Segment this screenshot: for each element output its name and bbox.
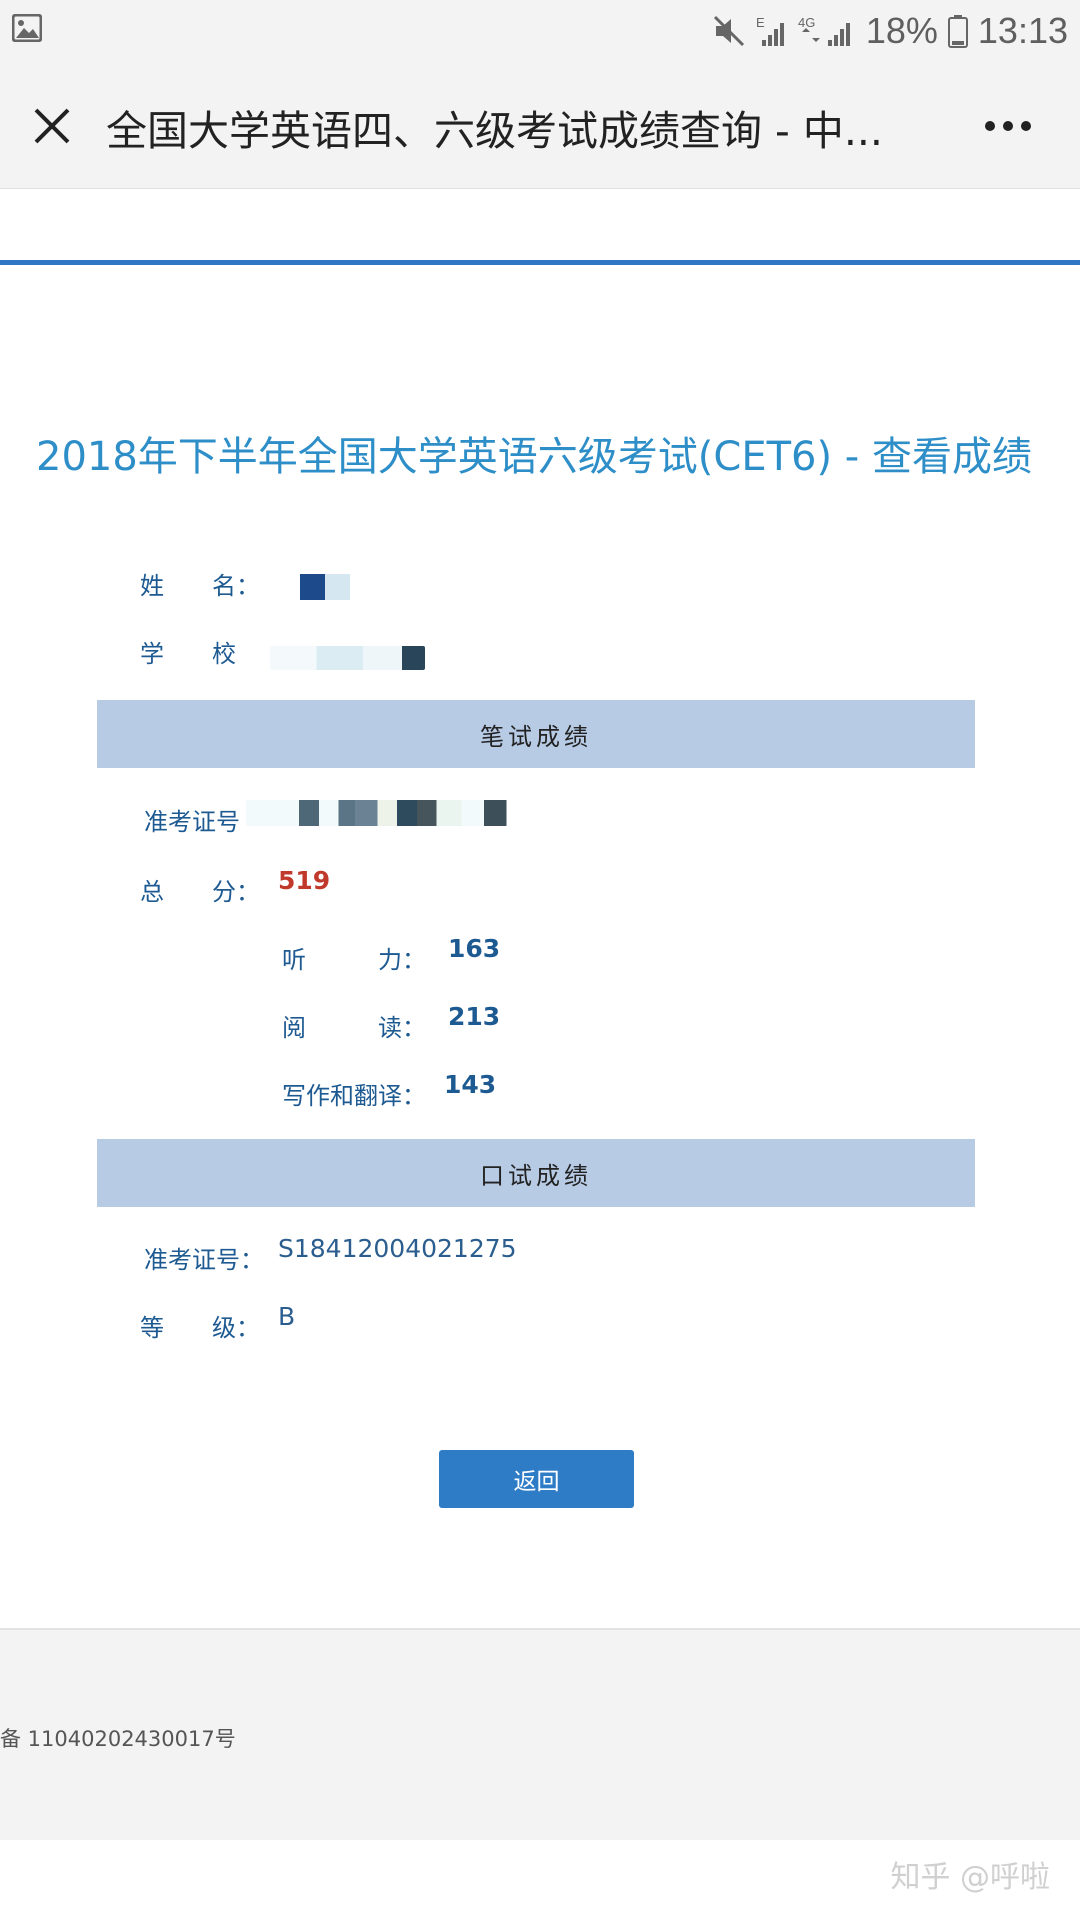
oral-ticket-value: S18412004021275 (278, 1234, 517, 1263)
total-score-label: 总 分： (140, 878, 260, 906)
reading-label: 阅 读： (282, 1014, 426, 1042)
oral-ticket-label: 准考证号： (144, 1246, 264, 1274)
school-label: 学 校 (140, 640, 236, 668)
footer-registration-text: 备 11040202430017号 (0, 1727, 236, 1751)
status-indicators: E 4G 18% 13:13 (712, 8, 1068, 54)
listening-label: 听 力： (282, 946, 426, 974)
writing-score-value: 143 (444, 1070, 497, 1099)
signal-4g-icon: 4G (798, 15, 850, 46)
written-score-band: 笔试成绩 (97, 700, 975, 768)
grade-label: 等 级： (140, 1314, 260, 1342)
gallery-notification-icon (12, 14, 42, 42)
signal-label: E (756, 15, 765, 30)
footer: 备 11040202430017号 (0, 1628, 1080, 1840)
back-button[interactable]: 返回 (439, 1450, 634, 1508)
school-redacted (270, 646, 425, 670)
close-icon[interactable] (28, 102, 76, 150)
ticket-redacted (246, 800, 526, 826)
page-header-title: 全国大学英语四、六级考试成绩查询 - 中... (106, 107, 883, 155)
writing-label: 写作和翻译： (282, 1082, 426, 1110)
more-menu-icon[interactable] (984, 118, 1032, 134)
signal-e-icon: E (756, 15, 784, 46)
top-divider (0, 260, 1080, 265)
battery-icon (947, 15, 968, 48)
name-redacted (300, 574, 350, 600)
status-bar: E 4G 18% 13:13 (0, 0, 1080, 62)
grade-value: B (278, 1302, 296, 1331)
page-title: 2018年下半年全国大学英语六级考试(CET6) - 查看成绩 (36, 434, 1032, 480)
mute-icon (713, 15, 744, 47)
clock: 13:13 (977, 10, 1068, 51)
total-score-value: 519 (278, 866, 331, 895)
reading-score-value: 213 (448, 1002, 501, 1031)
written-ticket-label: 准考证号 (144, 808, 240, 836)
listening-score-value: 163 (448, 934, 501, 963)
name-label: 姓 名： (140, 572, 260, 600)
watermark: 知乎 @呼啦 (890, 1860, 1050, 1895)
battery-percent: 18% (865, 10, 938, 51)
webview-header: 全国大学英语四、六级考试成绩查询 - 中... (0, 62, 1080, 189)
network-type: 4G (798, 15, 815, 30)
oral-score-band: 口试成绩 (97, 1139, 975, 1207)
